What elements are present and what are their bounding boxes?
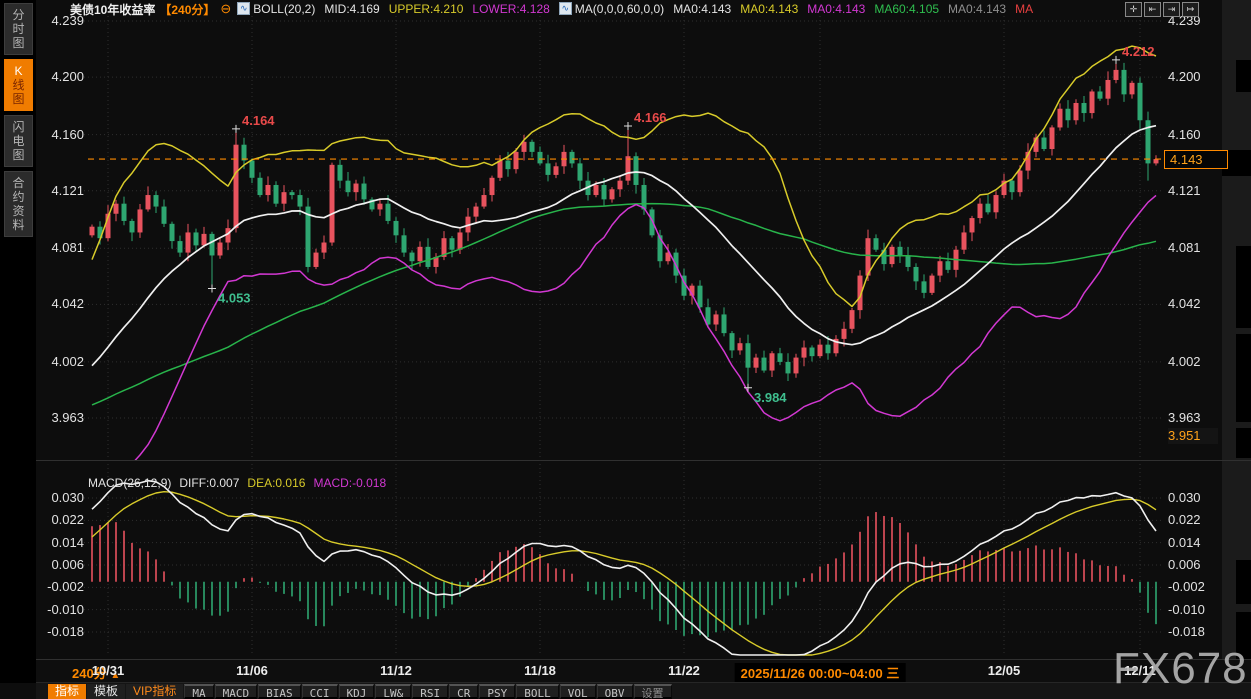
date-tick-label: 11/18 (524, 663, 556, 678)
indicator-value: BOLL(20,2) (253, 2, 315, 16)
indicator-value: MA60:4.105 (874, 2, 939, 16)
toolbar-button-MA[interactable]: MA (184, 684, 213, 699)
toolbar-button-设置[interactable]: 设置 (634, 684, 672, 699)
svg-text:4.212: 4.212 (1122, 44, 1155, 59)
macd-tick-label: -0.002 (1168, 579, 1222, 594)
macd-tick-label: -0.002 (38, 579, 84, 594)
sidebar-item-time-chart[interactable]: 分时图 (4, 3, 33, 55)
date-tick-label: 11/22 (668, 663, 700, 678)
page-title: 美债10年收益率 (70, 1, 155, 18)
current-price-badge: 4.143 (1164, 150, 1228, 169)
macd-macd: MACD:-0.018 (313, 476, 386, 490)
price-tick-label: 4.121 (38, 183, 84, 198)
indicator-chart-icon[interactable]: ∿ (237, 2, 250, 15)
toolbar-button-CR[interactable]: CR (449, 684, 478, 699)
date-tick-label: 11/12 (380, 663, 412, 678)
price-tick-label: 4.002 (38, 354, 84, 369)
indicator-value: MA0:4.143 (948, 2, 1006, 16)
scroll-left-icon[interactable]: ⇤ (1144, 2, 1161, 17)
sidebar-item-kline-chart[interactable]: K线图 (4, 59, 33, 111)
x-axis: 240分 ▲ 10/3111/0611/1211/1811/222025/11/… (36, 660, 1251, 682)
scroll-right-icon[interactable]: ⇥ (1163, 2, 1180, 17)
toolbar-button-CCI[interactable]: CCI (302, 684, 338, 699)
period-tag[interactable]: 【240分】 (159, 1, 215, 18)
macd-tick-label: 0.014 (1168, 535, 1222, 550)
toolbar-button-指标[interactable]: 指标 (48, 684, 86, 699)
watermark: FX678 (1113, 644, 1248, 694)
price-tick-label: 4.200 (38, 69, 84, 84)
hovered-bar-date: 2025/11/26 00:00~04:00 三 (735, 663, 906, 682)
macd-tick-label: 0.014 (38, 535, 84, 550)
price-tick-label: 4.081 (38, 240, 84, 255)
toolbar-button-KDJ[interactable]: KDJ (339, 684, 375, 699)
svg-text:3.984: 3.984 (754, 390, 787, 405)
toolbar-button-模板[interactable]: 模板 (87, 684, 125, 699)
date-tick-label: 10/31 (92, 663, 125, 678)
session-low-badge: 3.951 (1168, 428, 1218, 444)
price-tick-label: 4.160 (38, 127, 84, 142)
indicator-value: UPPER:4.210 (389, 2, 464, 16)
macd-params: MACD(26,12,9) (88, 476, 171, 490)
macd-tick-label: 0.006 (1168, 557, 1222, 572)
toolbar-button-LW&[interactable]: LW& (375, 684, 411, 699)
sidebar-item-contract-info[interactable]: 合约资料 (4, 171, 33, 237)
bottom-toolbar: 指标模板VIP指标MAMACDBIASCCIKDJLW&RSICRPSYBOLL… (36, 683, 1251, 699)
toolbar-button-PSY[interactable]: PSY (479, 684, 515, 699)
sidebar: 分时图 K线图闪电图合约资料 (0, 0, 36, 683)
chart-header: 美债10年收益率 【240分】 ⊖ ∿BOLL(20,2)MID:4.169UP… (70, 1, 1042, 17)
current-price-value: 4.143 (1170, 152, 1203, 167)
trading-app: 4.0534.1644.1663.9844.212 分时图K线图闪电图合约资料 … (0, 0, 1251, 699)
svg-text:4.053: 4.053 (218, 291, 251, 306)
toolbar-button-BIAS[interactable]: BIAS (258, 684, 301, 699)
macd-readout: MACD(26,12,9) DIFF:0.007 DEA:0.016 MACD:-0.… (88, 476, 394, 490)
indicator-value: LOWER:4.128 (472, 2, 549, 16)
price-tick-label: 4.002 (1168, 354, 1222, 369)
toolbar-button-VOL[interactable]: VOL (560, 684, 596, 699)
price-tick-label: 3.963 (38, 410, 84, 425)
indicator-value: MA (1015, 2, 1033, 16)
indicator-value: MA(0,0,0,60,0,0) (575, 2, 664, 16)
toolbar-button-RSI[interactable]: RSI (412, 684, 448, 699)
macd-tick-label: 0.030 (1168, 490, 1222, 505)
macd-tick-label: 0.006 (38, 557, 84, 572)
macd-tick-label: 0.030 (38, 490, 84, 505)
indicator-value: MA0:4.143 (807, 2, 865, 16)
price-tick-label: 4.200 (1168, 69, 1222, 84)
toolbar-button-BOLL[interactable]: BOLL (516, 684, 559, 699)
price-tick-label: 3.963 (1168, 410, 1222, 425)
macd-tick-label: 0.022 (38, 512, 84, 527)
svg-text:4.166: 4.166 (634, 110, 667, 125)
toolbar-button-MACD[interactable]: MACD (215, 684, 258, 699)
indicator-value: MA0:4.143 (673, 2, 731, 16)
macd-tick-label: -0.010 (38, 602, 84, 617)
macd-tick-label: -0.018 (38, 624, 84, 639)
toolbar-button-VIP指标[interactable]: VIP指标 (126, 684, 183, 699)
indicator-value: MID:4.169 (324, 2, 379, 16)
price-tick-label: 4.160 (1168, 127, 1222, 142)
price-tick-label: 4.042 (1168, 296, 1222, 311)
date-tick-label: 11/06 (236, 663, 268, 678)
indicator-readout: ∿BOLL(20,2)MID:4.169UPPER:4.210LOWER:4.1… (237, 2, 1042, 16)
price-tick-label: 4.121 (1168, 183, 1222, 198)
chart-window-controls: ✛⇤⇥↦ (1123, 2, 1199, 17)
candlestick-chart[interactable]: 4.053 4.164 4.166 3.984 4.212 (0, 0, 1251, 660)
collapse-icon[interactable]: ⊖ (220, 1, 231, 17)
price-tick-label: 4.042 (38, 296, 84, 311)
date-tick-label: 12/05 (988, 663, 1021, 678)
price-tick-label: 4.081 (1168, 240, 1222, 255)
crosshair-icon[interactable]: ✛ (1125, 2, 1142, 17)
indicator-value: MA0:4.143 (740, 2, 798, 16)
macd-tick-label: 0.022 (1168, 512, 1222, 527)
toolbar-button-OBV[interactable]: OBV (597, 684, 633, 699)
macd-tick-label: -0.018 (1168, 624, 1222, 639)
macd-diff: DIFF:0.007 (179, 476, 239, 490)
svg-text:4.164: 4.164 (242, 113, 275, 128)
macd-dea: DEA:0.016 (247, 476, 305, 490)
macd-tick-label: -0.010 (1168, 602, 1222, 617)
sidebar-item-flash-chart[interactable]: 闪电图 (4, 115, 33, 167)
indicator-chart-icon[interactable]: ∿ (559, 2, 572, 15)
jump-latest-icon[interactable]: ↦ (1182, 2, 1199, 17)
